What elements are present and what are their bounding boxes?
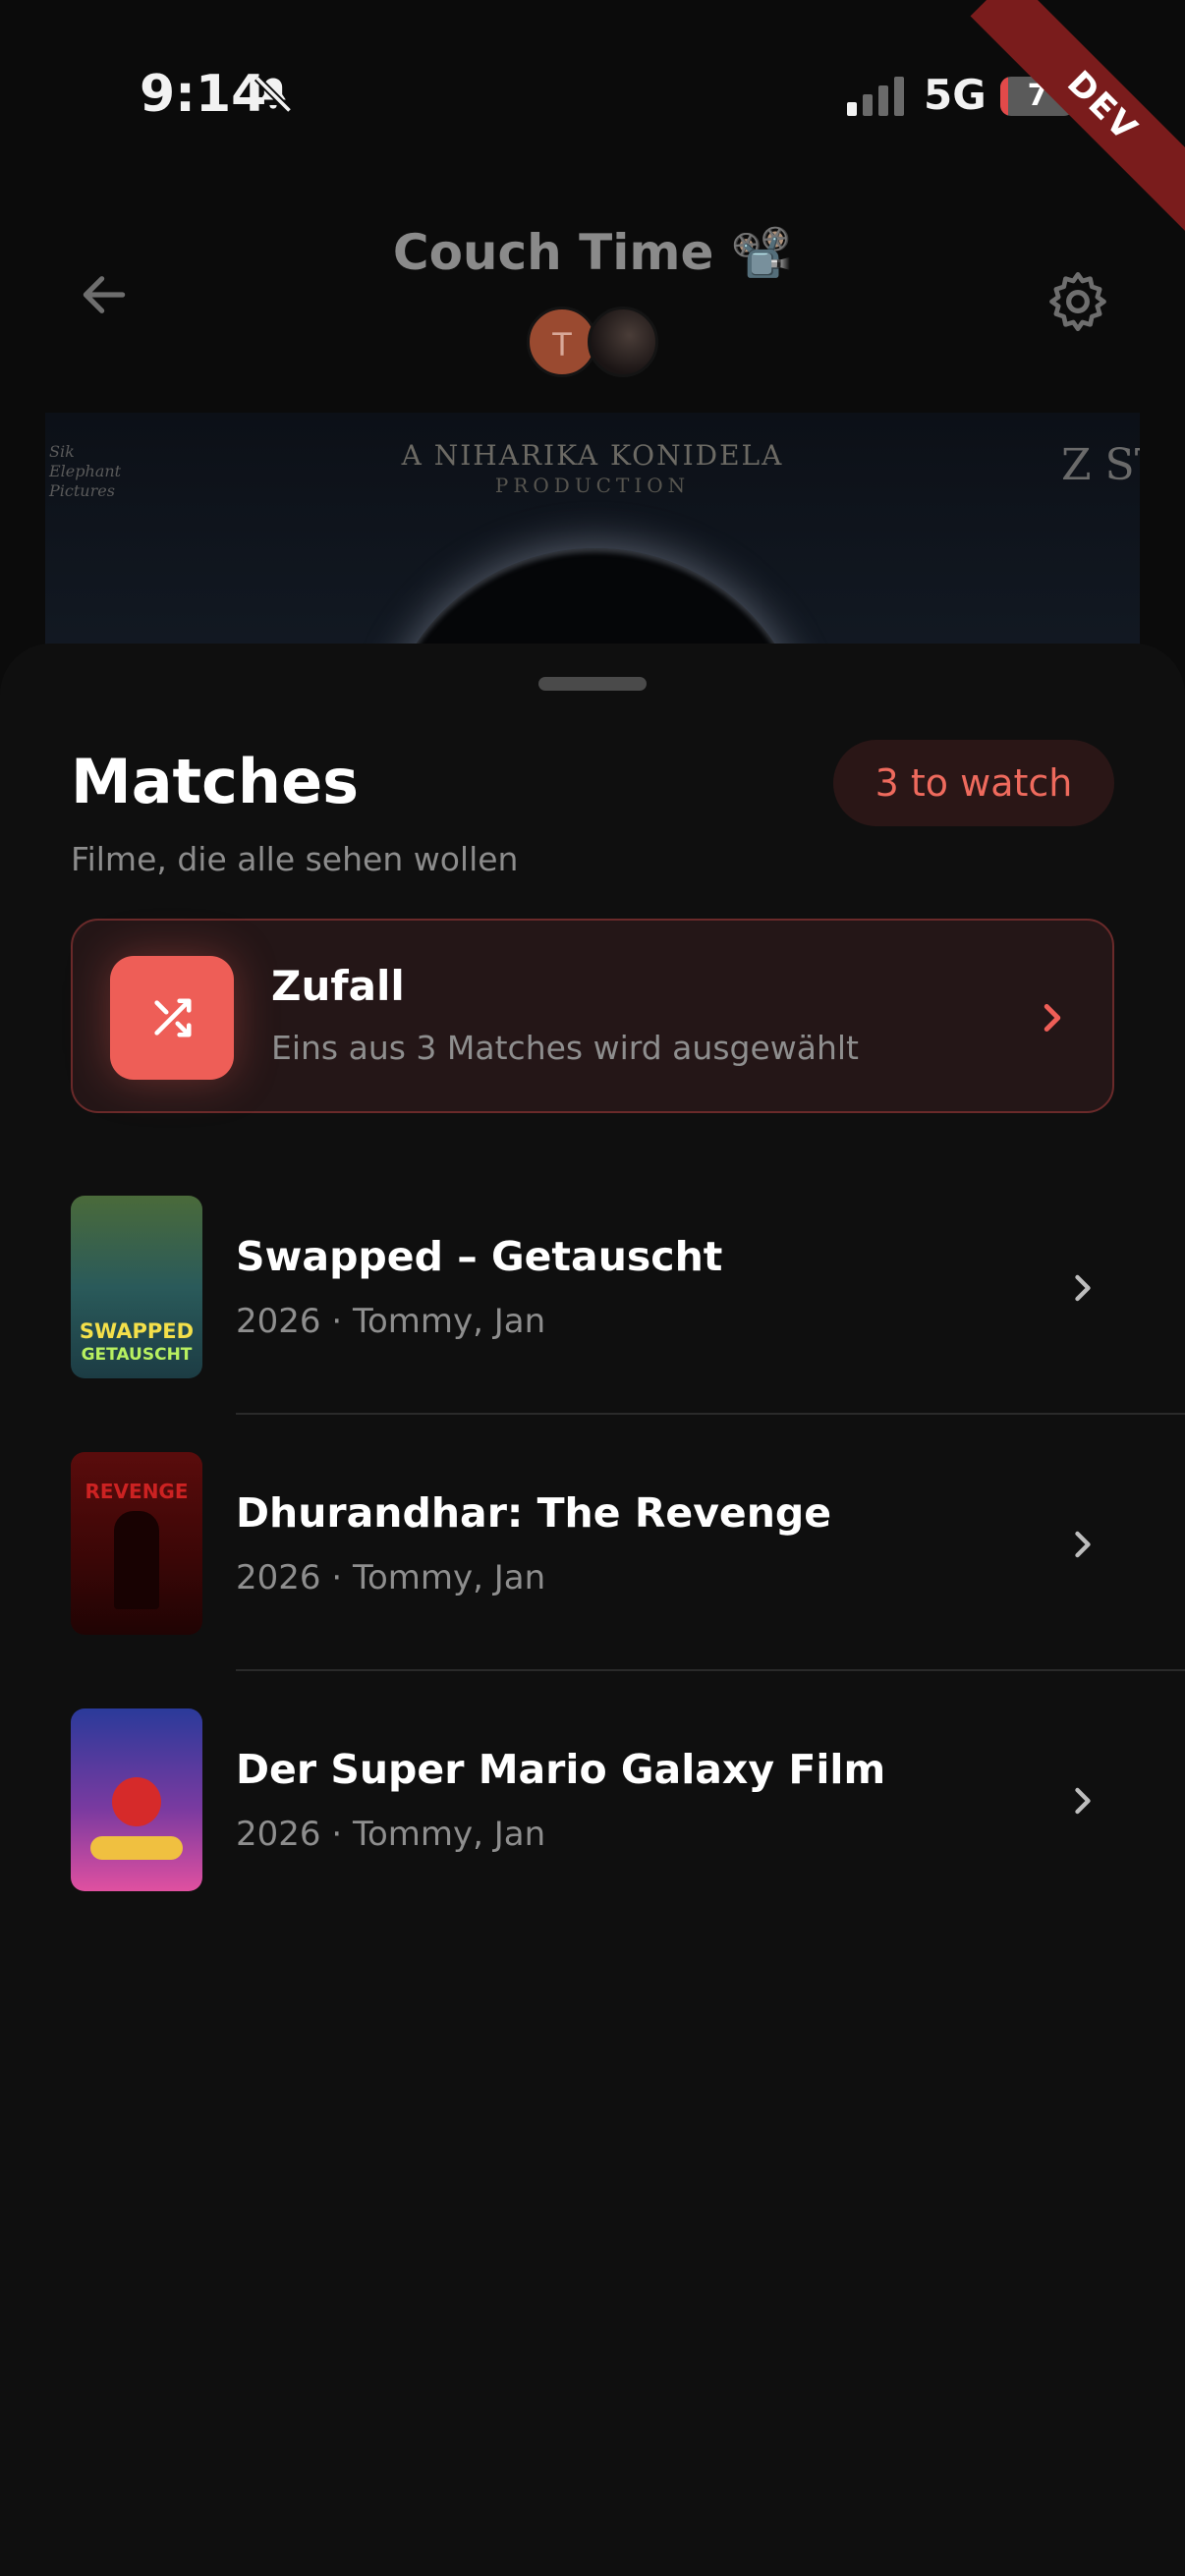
movie-meta: 2026 · Tommy, Jan (236, 1558, 546, 1597)
chevron-right-icon (1061, 1266, 1104, 1310)
random-pick-card[interactable]: Zufall Eins aus 3 Matches wird ausgewähl… (71, 919, 1114, 1113)
movie-meta: 2026 · Tommy, Jan (236, 1815, 546, 1854)
sheet-grabber[interactable] (538, 677, 647, 691)
banner-credit: A NIHARIKA KONIDELA (401, 439, 784, 472)
chevron-right-icon (1030, 995, 1075, 1040)
row-divider (236, 1669, 1185, 1671)
status-time: 9:14 (140, 65, 267, 124)
chevron-right-icon (1061, 1523, 1104, 1566)
chevron-right-icon (1061, 1779, 1104, 1822)
movie-poster: SWAPPED GETAUSCHT (71, 1196, 202, 1378)
match-list-item[interactable]: SWAPPED GETAUSCHT Swapped – Getauscht 20… (71, 1196, 1185, 1378)
poster-subtitle-line: GETAUSCHT (81, 1345, 193, 1365)
bell-muted-icon (252, 73, 295, 116)
to-watch-badge: 3 to watch (833, 740, 1114, 826)
shuffle-icon (154, 998, 192, 1037)
random-pick-subtitle: Eins aus 3 Matches wird ausgewählt (271, 1029, 859, 1067)
banner-credit-sub: PRODUCTION (494, 474, 691, 497)
random-pick-title: Zufall (271, 962, 405, 1010)
poster-logo (90, 1836, 183, 1860)
poster-figure (114, 1511, 159, 1609)
avatar-photo (588, 307, 658, 377)
movie-title: Swapped – Getauscht (236, 1233, 723, 1280)
movie-poster (71, 1708, 202, 1891)
banner-right-logo: Z ST (1061, 440, 1140, 490)
sheet-title: Matches (71, 746, 360, 817)
poster-figure (112, 1777, 161, 1826)
match-list-item[interactable]: REVENGE Dhurandhar: The Revenge 2026 · T… (71, 1452, 1185, 1635)
page-title: Couch Time 📽️ (392, 224, 793, 281)
match-list-item[interactable]: Der Super Mario Galaxy Film 2026 · Tommy… (71, 1708, 1185, 1891)
gear-icon[interactable] (1044, 267, 1112, 336)
movie-title: Der Super Mario Galaxy Film (236, 1746, 886, 1793)
row-divider (236, 1413, 1185, 1415)
poster-title-line: SWAPPED (79, 1319, 195, 1343)
movie-poster: REVENGE (71, 1452, 202, 1635)
background-page: 9:14 5G 7 DEV Couch Time 📽️ T Sik Elepha… (0, 0, 1185, 688)
poster-title-line: REVENGE (85, 1480, 189, 1503)
matches-sheet: Matches 3 to watch Filme, die alle sehen… (0, 644, 1185, 2576)
shuffle-icon-box (110, 956, 234, 1080)
sheet-subtitle: Filme, die alle sehen wollen (71, 840, 519, 878)
movie-meta: 2026 · Tommy, Jan (236, 1302, 546, 1341)
signal-icon (847, 77, 906, 116)
network-label: 5G (924, 71, 987, 119)
movie-title: Dhurandhar: The Revenge (236, 1489, 832, 1537)
